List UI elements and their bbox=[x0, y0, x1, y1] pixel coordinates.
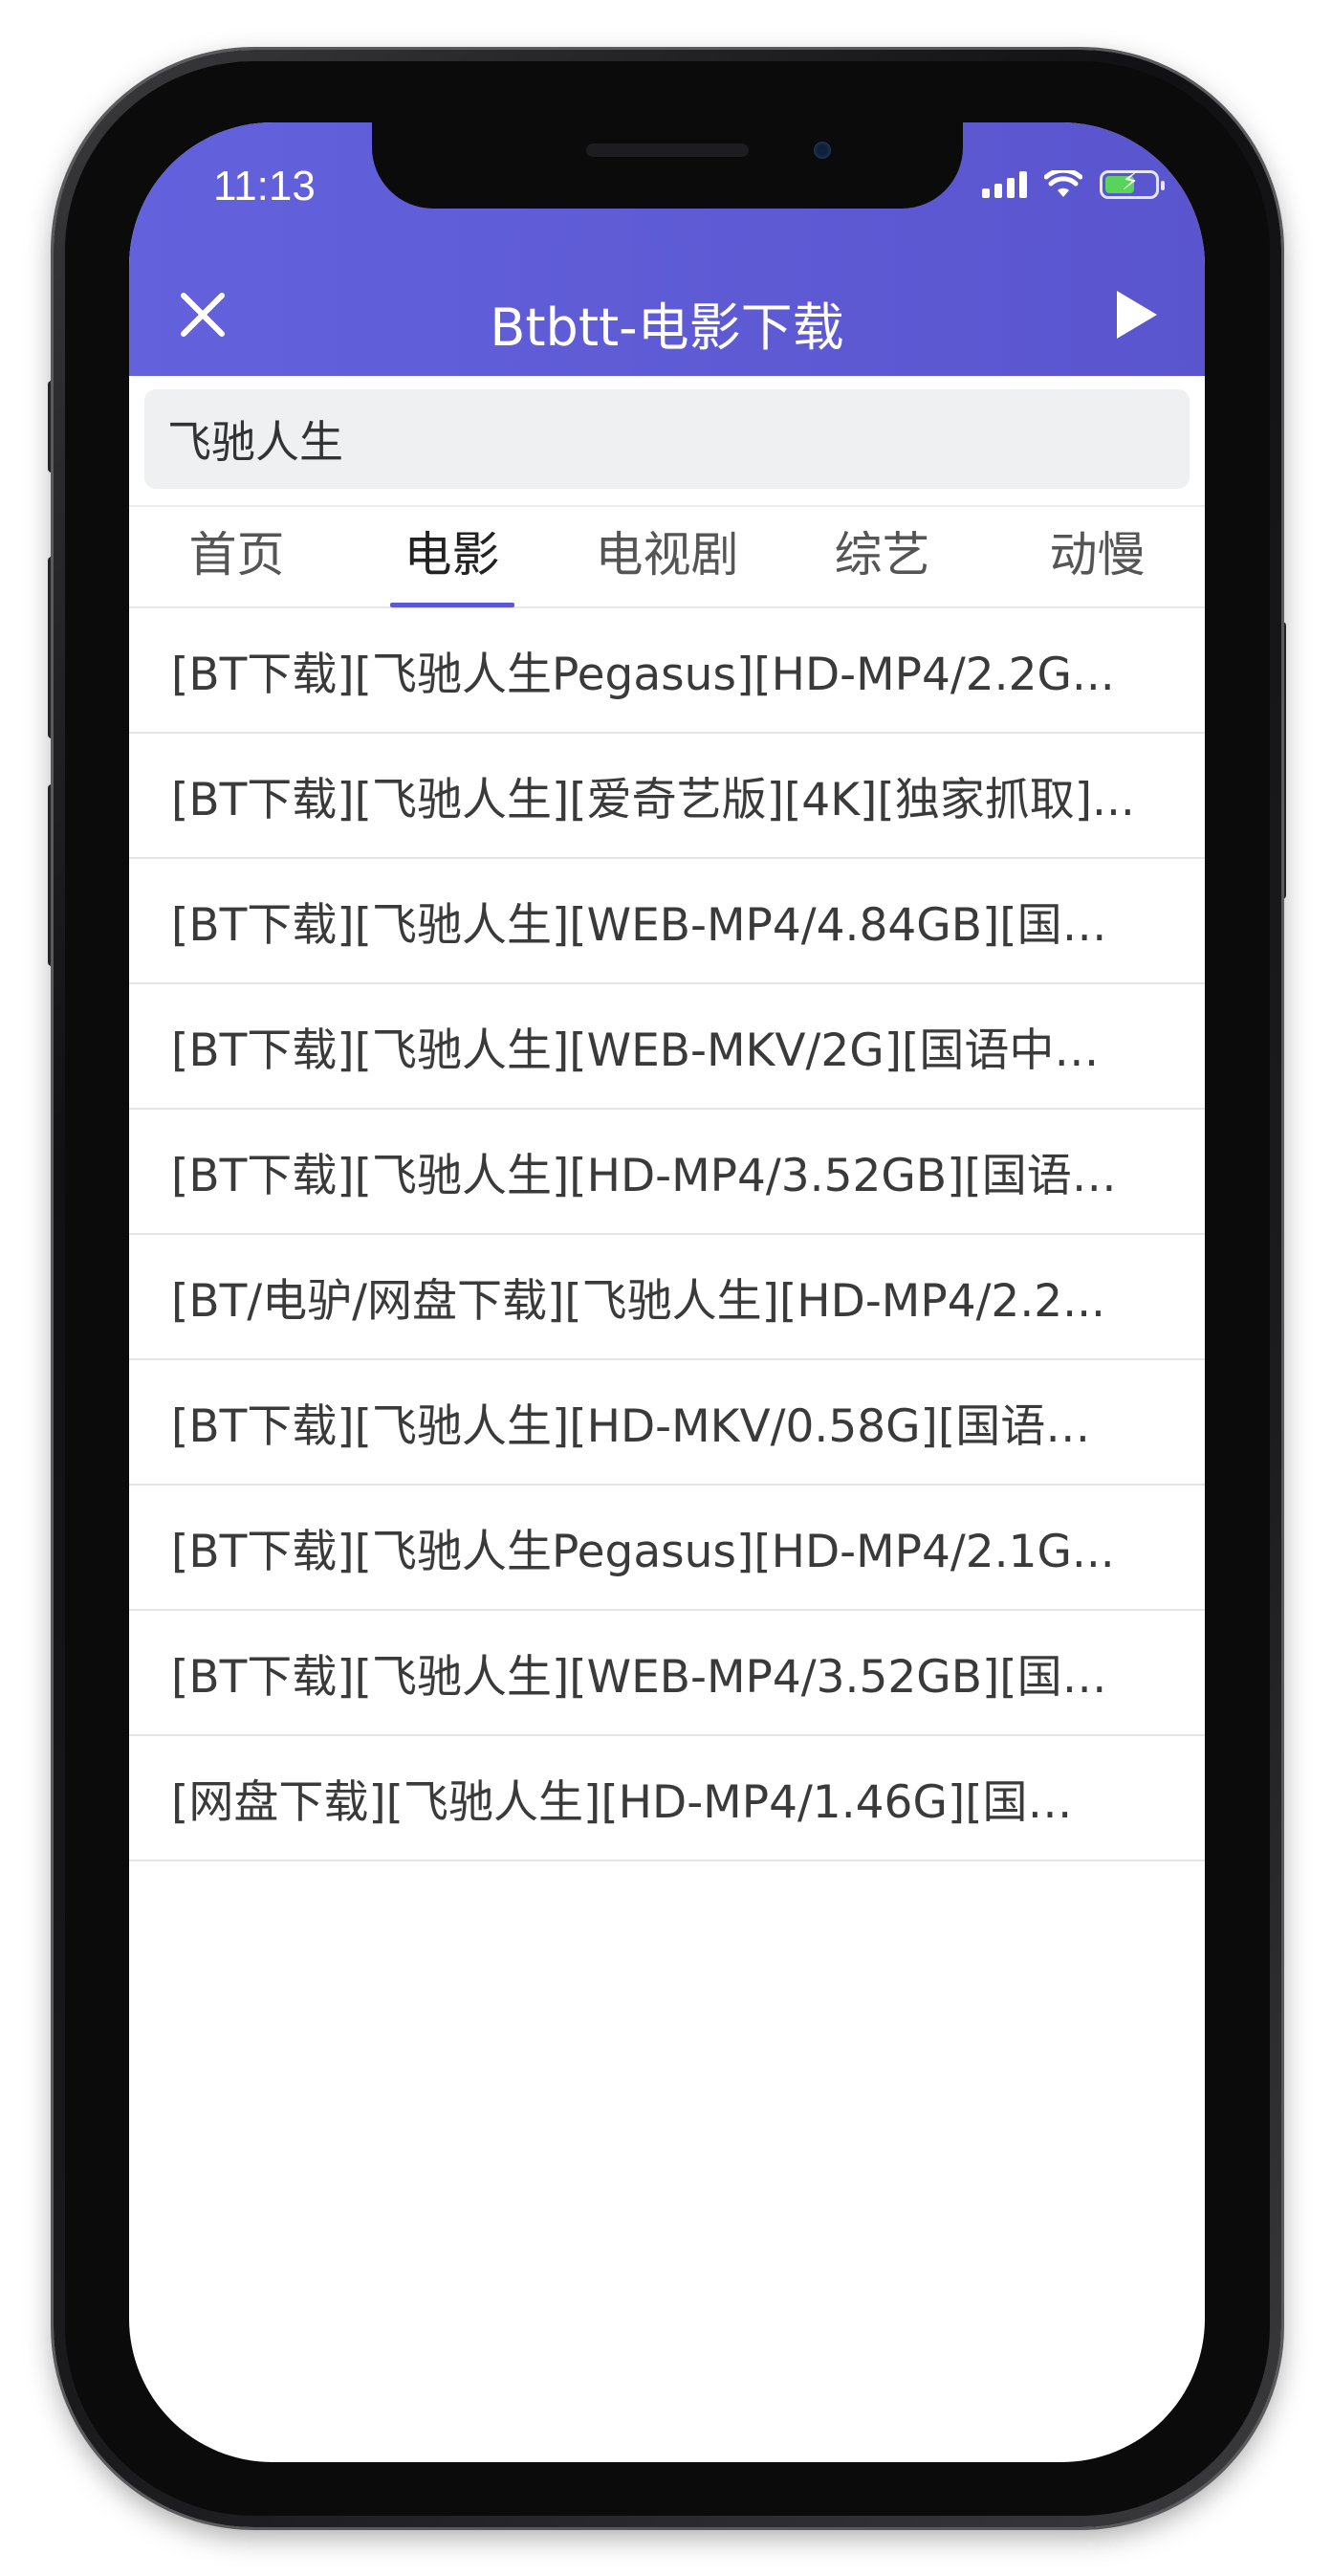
status-time: 11:13 bbox=[213, 163, 316, 209]
tab-movies[interactable]: 电影 bbox=[344, 507, 559, 606]
phone-screen: 11:13 ⚡ Btbtt-电影下载 飞驰人生 首页 电影 电视剧 综艺 动慢 … bbox=[129, 122, 1205, 2462]
list-item-title: [BT/电驴/网盘下载][飞驰人生][HD-MP4/2.2... bbox=[171, 1275, 1105, 1328]
tab-anime[interactable]: 动慢 bbox=[990, 507, 1205, 606]
list-item[interactable]: [BT/电驴/网盘下载][飞驰人生][HD-MP4/2.2... bbox=[129, 1235, 1205, 1360]
list-item-title: [BT下载][飞驰人生][HD-MKV/0.58G][国语… bbox=[171, 1400, 1091, 1453]
list-item[interactable]: [BT下载][飞驰人生][HD-MP4/3.52GB][国语… bbox=[129, 1110, 1205, 1235]
title-bar: Btbtt-电影下载 bbox=[129, 264, 1205, 369]
search-bar bbox=[129, 376, 1205, 507]
speaker-grill bbox=[586, 143, 749, 157]
list-item-title: [BT下载][飞驰人生][WEB-MKV/2G][国语中… bbox=[171, 1024, 1100, 1077]
list-item-title: [网盘下载][飞驰人生][HD-MP4/1.46G][国… bbox=[171, 1776, 1073, 1829]
status-icons: ⚡ bbox=[982, 169, 1165, 199]
page-title: Btbtt-电影下载 bbox=[490, 297, 844, 358]
category-tabs: 首页 电影 电视剧 综艺 动慢 bbox=[129, 507, 1205, 608]
list-item[interactable]: [BT下载][飞驰人生][WEB-MP4/4.84GB][国… bbox=[129, 859, 1205, 984]
stage: 11:13 ⚡ Btbtt-电影下载 飞驰人生 首页 电影 电视剧 综艺 动慢 … bbox=[0, 0, 1332, 2576]
tab-variety[interactable]: 综艺 bbox=[775, 507, 990, 606]
list-item[interactable]: [BT下载][飞驰人生][WEB-MKV/2G][国语中… bbox=[129, 984, 1205, 1110]
list-item-title: [BT下载][飞驰人生][WEB-MP4/3.52GB][国… bbox=[171, 1651, 1107, 1704]
list-item[interactable]: [BT下载][飞驰人生][WEB-MP4/3.52GB][国… bbox=[129, 1611, 1205, 1736]
wifi-icon bbox=[1044, 170, 1082, 197]
tab-home[interactable]: 首页 bbox=[129, 507, 344, 606]
battery-icon: ⚡ bbox=[1100, 169, 1165, 199]
play-button[interactable] bbox=[1100, 281, 1167, 348]
list-item-title: [BT下载][飞驰人生][WEB-MP4/4.84GB][国… bbox=[171, 899, 1107, 952]
signal-icon bbox=[982, 171, 1027, 198]
list-item[interactable]: [BT下载][飞驰人生][爱奇艺版][4K][独家抓取]... bbox=[129, 734, 1205, 859]
tab-tv-series[interactable]: 电视剧 bbox=[559, 507, 775, 606]
list-item[interactable]: [网盘下载][飞驰人生][HD-MP4/1.46G][国… bbox=[129, 1736, 1205, 1861]
list-item[interactable]: [BT下载][飞驰人生][HD-MKV/0.58G][国语… bbox=[129, 1360, 1205, 1486]
list-item-title: [BT下载][飞驰人生Pegasus][HD-MP4/2.2G... bbox=[171, 649, 1115, 701]
list-item-title: [BT下载][飞驰人生Pegasus][HD-MP4/2.1G... bbox=[171, 1526, 1115, 1578]
notch bbox=[372, 122, 963, 209]
list-item[interactable]: [BT下载][飞驰人生Pegasus][HD-MP4/2.2G... bbox=[129, 608, 1205, 734]
list-item-title: [BT下载][飞驰人生][爱奇艺版][4K][独家抓取]... bbox=[171, 774, 1135, 826]
search-input[interactable] bbox=[144, 389, 1190, 489]
results-list: [BT下载][飞驰人生Pegasus][HD-MP4/2.2G... [BT下载… bbox=[129, 608, 1205, 1861]
front-camera bbox=[814, 142, 831, 159]
list-item[interactable]: [BT下载][飞驰人生Pegasus][HD-MP4/2.1G... bbox=[129, 1486, 1205, 1611]
play-icon bbox=[1117, 291, 1157, 339]
list-item-title: [BT下载][飞驰人生][HD-MP4/3.52GB][国语… bbox=[171, 1150, 1117, 1202]
